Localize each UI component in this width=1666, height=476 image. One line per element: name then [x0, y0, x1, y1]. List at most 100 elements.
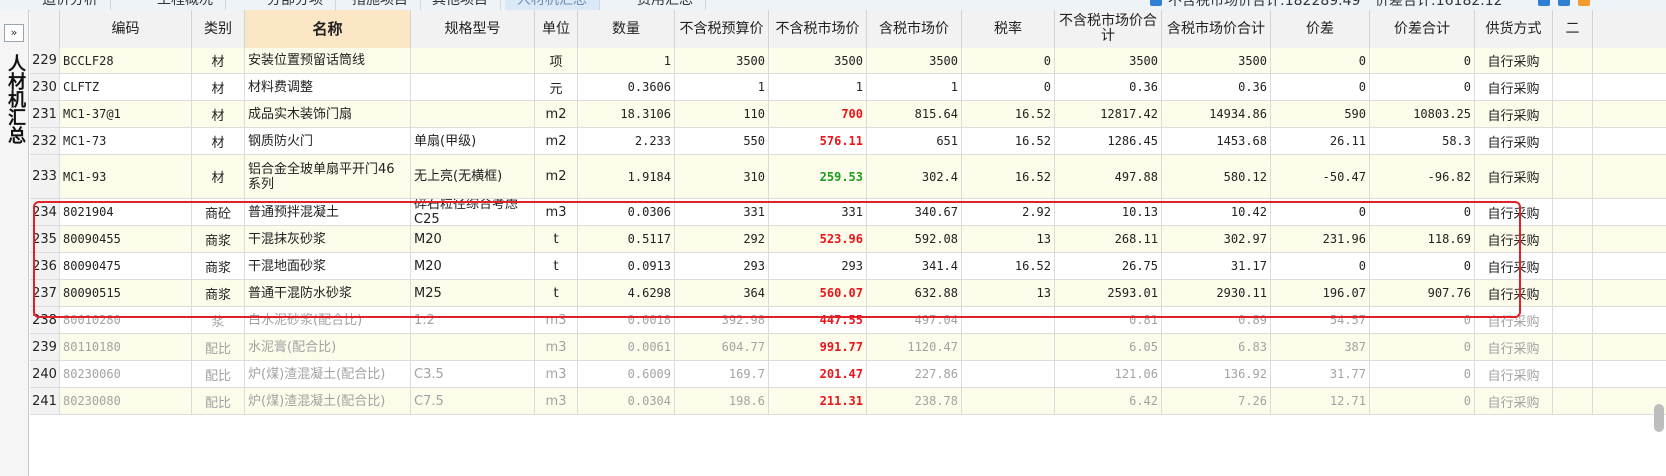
cell-supply[interactable]: 自行采购: [1475, 155, 1553, 198]
cell-spec[interactable]: M20: [411, 226, 535, 252]
table-row[interactable]: 229 BCCLF28 材安装位置预留话筒线项 1 3500 3500 3500 0 3500 3…: [30, 48, 1666, 74]
row-number[interactable]: 230: [30, 74, 60, 100]
cell-code[interactable]: BCCLF28: [60, 48, 192, 73]
cell-unit[interactable]: 元: [535, 74, 578, 100]
cell-tax[interactable]: 2.92: [962, 199, 1055, 225]
cell-cat[interactable]: 材: [192, 128, 245, 154]
column-header-4[interactable]: 规格型号: [411, 10, 535, 48]
tab-1[interactable]: 工程概况: [145, 0, 226, 10]
table-row[interactable]: 233 MC1-93 材铝合金全玻单扇平开门46系列 无上亮(无横框) m2 1.9184…: [30, 155, 1666, 199]
column-header-6[interactable]: 数量: [578, 10, 675, 48]
table-row[interactable]: 230 CLFTZ 材材料费调整元 0.3606 1 1 1 0 0.36 0.36 0 0 自行采购: [30, 74, 1666, 101]
cell-unit[interactable]: m3: [535, 361, 578, 387]
cell-supply[interactable]: 自行采购: [1475, 101, 1553, 127]
cell-spec[interactable]: [411, 48, 535, 73]
cell-tax[interactable]: 16.52: [962, 253, 1055, 279]
cell-total[interactable]: 12817.42: [1055, 101, 1162, 127]
cell-diff_total[interactable]: 118.69: [1370, 226, 1475, 252]
row-number[interactable]: 235: [30, 226, 60, 252]
cell-market_tax[interactable]: 1120.47: [867, 334, 962, 360]
cell-total[interactable]: 6.42: [1055, 388, 1162, 414]
cell-unit[interactable]: m2: [535, 155, 578, 198]
cell-unit[interactable]: m3: [535, 388, 578, 414]
cell-market_tax[interactable]: 238.78: [867, 388, 962, 414]
cell-market[interactable]: 3500: [769, 48, 867, 73]
table-row[interactable]: 232 MC1-73 材钢质防火门 单扇(甲级) m2 2.233 550 576.11 651…: [30, 128, 1666, 155]
cell-market[interactable]: 259.53: [769, 155, 867, 198]
cell-unit[interactable]: m3: [535, 199, 578, 225]
cell-tax[interactable]: [962, 361, 1055, 387]
table-row[interactable]: 240 80230060 配比 炉(煤)渣混凝土(配合比) C3.5 m3 0.6009 16…: [30, 361, 1666, 388]
cell-name[interactable]: 炉(煤)渣混凝土(配合比): [245, 388, 411, 414]
cell-name[interactable]: 普通预拌混凝土: [245, 199, 411, 225]
cell-market[interactable]: 331: [769, 199, 867, 225]
cell-total_tax[interactable]: 6.83: [1162, 334, 1271, 360]
cell-extra[interactable]: [1553, 361, 1593, 387]
cell-diff[interactable]: 196.07: [1271, 280, 1370, 306]
cell-total[interactable]: 268.11: [1055, 226, 1162, 252]
row-number[interactable]: 237: [30, 280, 60, 306]
cell-name[interactable]: 干混抹灰砂浆: [245, 226, 411, 252]
cell-total[interactable]: 3500: [1055, 48, 1162, 73]
cell-cat[interactable]: 材: [192, 155, 245, 198]
cell-spec[interactable]: [411, 334, 535, 360]
cell-name[interactable]: 成品实木装饰门扇: [245, 101, 411, 127]
table-row[interactable]: 241 80230080 配比 炉(煤)渣混凝土(配合比) C7.5 m3 0.0304 19…: [30, 388, 1666, 415]
cell-extra[interactable]: [1553, 280, 1593, 306]
cell-spec[interactable]: M20: [411, 253, 535, 279]
tab-4[interactable]: 其他项目: [420, 0, 501, 10]
cell-code[interactable]: 8021904: [60, 199, 192, 225]
cell-unit[interactable]: t: [535, 280, 578, 306]
cell-total_tax[interactable]: 31.17: [1162, 253, 1271, 279]
cell-diff[interactable]: 54.57: [1271, 307, 1370, 333]
column-header-16[interactable]: 二: [1553, 10, 1593, 48]
cell-market_tax[interactable]: 815.64: [867, 101, 962, 127]
cell-tax[interactable]: [962, 334, 1055, 360]
cell-total_tax[interactable]: 3500: [1162, 48, 1271, 73]
cell-extra[interactable]: [1553, 334, 1593, 360]
cell-code[interactable]: MC1-93: [60, 155, 192, 198]
cell-diff[interactable]: 0: [1271, 253, 1370, 279]
cell-supply[interactable]: 自行采购: [1475, 280, 1553, 306]
table-row[interactable]: 235 80090455 商浆 干混抹灰砂浆 M20 t 0.5117 292 523.96 59…: [30, 226, 1666, 253]
cell-extra[interactable]: [1553, 199, 1593, 225]
cell-extra[interactable]: [1553, 155, 1593, 198]
column-header-1[interactable]: 编码: [60, 10, 192, 48]
cell-total[interactable]: 6.05: [1055, 334, 1162, 360]
cell-market_tax[interactable]: 632.88: [867, 280, 962, 306]
cell-code[interactable]: 80010280: [60, 307, 192, 333]
column-header-13[interactable]: 价差: [1271, 10, 1370, 48]
cell-market[interactable]: 211.31: [769, 388, 867, 414]
cell-extra[interactable]: [1553, 226, 1593, 252]
vertical-scrollbar[interactable]: [1654, 404, 1664, 432]
cell-code[interactable]: 80230080: [60, 388, 192, 414]
cell-supply[interactable]: 自行采购: [1475, 388, 1553, 414]
cell-name[interactable]: 水泥膏(配合比): [245, 334, 411, 360]
cell-code[interactable]: 80110180: [60, 334, 192, 360]
cell-market[interactable]: 991.77: [769, 334, 867, 360]
cell-diff_total[interactable]: 907.76: [1370, 280, 1475, 306]
cell-market_tax[interactable]: 3500: [867, 48, 962, 73]
cell-extra[interactable]: [1553, 253, 1593, 279]
cell-diff[interactable]: 12.71: [1271, 388, 1370, 414]
cell-qty[interactable]: 0.6009: [578, 361, 675, 387]
cell-code[interactable]: MC1-73: [60, 128, 192, 154]
cell-budget[interactable]: 110: [675, 101, 769, 127]
row-number[interactable]: 232: [30, 128, 60, 154]
checkbox-icon[interactable]: [1150, 0, 1162, 6]
cell-tax[interactable]: 0: [962, 48, 1055, 73]
arrow-down-icon[interactable]: [1558, 0, 1570, 6]
cell-tax[interactable]: 0: [962, 74, 1055, 100]
cell-diff_total[interactable]: 0: [1370, 74, 1475, 100]
cell-budget[interactable]: 292: [675, 226, 769, 252]
cell-supply[interactable]: 自行采购: [1475, 48, 1553, 73]
cell-market[interactable]: 523.96: [769, 226, 867, 252]
cell-total_tax[interactable]: 10.42: [1162, 199, 1271, 225]
cell-market[interactable]: 447.55: [769, 307, 867, 333]
cell-total[interactable]: 26.75: [1055, 253, 1162, 279]
cell-supply[interactable]: 自行采购: [1475, 307, 1553, 333]
cell-extra[interactable]: [1553, 128, 1593, 154]
cell-spec[interactable]: [411, 101, 535, 127]
cell-total_tax[interactable]: 0.36: [1162, 74, 1271, 100]
cell-budget[interactable]: 604.77: [675, 334, 769, 360]
